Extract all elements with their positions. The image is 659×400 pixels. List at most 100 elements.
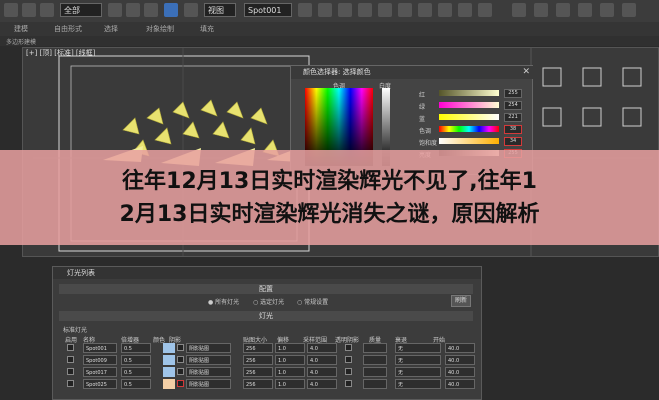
multiplier-field[interactable]: 0.5 <box>121 343 151 353</box>
curve-editor-icon[interactable] <box>418 3 432 17</box>
polygon-modeling-label[interactable]: 多边形建模 <box>6 37 36 46</box>
light-name-field[interactable]: Spot017 <box>83 367 117 377</box>
bias-field[interactable]: 1.0 <box>275 355 305 365</box>
material-editor-icon[interactable] <box>458 3 472 17</box>
sample-range-field[interactable]: 4.0 <box>307 367 337 377</box>
radio-all-lights[interactable]: ● 所有灯光 <box>208 297 239 306</box>
light-panel-titlebar[interactable]: 灯光列表 <box>53 267 481 279</box>
render-icon[interactable] <box>534 3 548 17</box>
start-field[interactable]: 40.0 <box>445 343 475 353</box>
scale-icon[interactable] <box>184 3 198 17</box>
transparent-shadow-checkbox[interactable] <box>345 380 352 387</box>
angle-snap-icon[interactable] <box>358 3 372 17</box>
enable-checkbox[interactable] <box>67 344 74 351</box>
enable-checkbox[interactable] <box>67 380 74 387</box>
sample-range-field[interactable]: 4.0 <box>307 343 337 353</box>
viewport-label[interactable]: [+] [顶] [标准] [线框] <box>26 48 95 58</box>
tab-object-paint[interactable]: 对象绘制 <box>146 24 174 34</box>
render-setup-icon[interactable] <box>478 3 492 17</box>
blue-slider[interactable] <box>439 114 499 120</box>
color-swatch[interactable] <box>163 379 175 389</box>
tab-freeform[interactable]: 自由形式 <box>54 24 82 34</box>
select-region-icon[interactable] <box>126 3 140 17</box>
color-swatch[interactable] <box>163 343 175 353</box>
shadow-type-combo[interactable]: 阴影贴图 <box>186 379 231 389</box>
select-icon[interactable] <box>108 3 122 17</box>
snap-icon[interactable] <box>338 3 352 17</box>
tab-modeling[interactable]: 建模 <box>14 24 28 34</box>
light-name-field[interactable]: Spot025 <box>83 379 117 389</box>
green-value[interactable]: 254 <box>504 101 522 110</box>
render-frame-icon[interactable] <box>512 3 526 17</box>
redo-icon[interactable] <box>22 3 36 17</box>
map-size-field[interactable]: 256 <box>243 343 273 353</box>
shadow-type-combo[interactable]: 阴影贴图 <box>186 343 231 353</box>
color-dialog-titlebar[interactable]: 颜色选择器: 选择颜色 ✕ <box>291 66 534 79</box>
quality-field[interactable] <box>363 367 387 377</box>
named-selection-combo[interactable]: Spot001 <box>244 3 292 17</box>
refresh-button[interactable]: 刷新 <box>451 295 471 307</box>
tab-populate[interactable]: 填充 <box>200 24 214 34</box>
red-slider[interactable] <box>439 90 499 96</box>
decay-combo[interactable]: 无 <box>395 355 441 365</box>
mirror-icon[interactable] <box>298 3 312 17</box>
tab-selection[interactable]: 选择 <box>104 24 118 34</box>
green-slider[interactable] <box>439 102 499 108</box>
bias-field[interactable]: 1.0 <box>275 379 305 389</box>
shadow-type-combo[interactable]: 阴影贴图 <box>186 367 231 377</box>
sample-range-field[interactable]: 4.0 <box>307 355 337 365</box>
close-icon[interactable]: ✕ <box>522 66 530 79</box>
enable-checkbox[interactable] <box>67 368 74 375</box>
layer-icon[interactable] <box>398 3 412 17</box>
multiplier-field[interactable]: 0.5 <box>121 367 151 377</box>
decay-combo[interactable]: 无 <box>395 343 441 353</box>
map-size-field[interactable]: 256 <box>243 379 273 389</box>
teapot-icon[interactable] <box>622 3 636 17</box>
filter-combo[interactable]: 全部 <box>60 3 102 17</box>
move-icon[interactable] <box>144 3 158 17</box>
decay-combo[interactable]: 无 <box>395 379 441 389</box>
quality-field[interactable] <box>363 343 387 353</box>
map-size-field[interactable]: 256 <box>243 367 273 377</box>
start-field[interactable]: 40.0 <box>445 367 475 377</box>
percent-snap-icon[interactable] <box>378 3 392 17</box>
multiplier-field[interactable]: 0.5 <box>121 355 151 365</box>
saturation-value[interactable]: 34 <box>504 137 522 146</box>
hue-value[interactable]: 38 <box>504 125 522 134</box>
bias-field[interactable]: 1.0 <box>275 343 305 353</box>
lights-section-header[interactable]: 灯光 <box>59 311 473 321</box>
link-icon[interactable] <box>40 3 54 17</box>
shadow-checkbox[interactable] <box>177 380 184 387</box>
shadow-checkbox[interactable] <box>177 344 184 351</box>
transparent-shadow-checkbox[interactable] <box>345 368 352 375</box>
quality-field[interactable] <box>363 355 387 365</box>
light-name-field[interactable]: Spot009 <box>83 355 117 365</box>
quality-field[interactable] <box>363 379 387 389</box>
config-section-header[interactable]: 配置 <box>59 284 473 294</box>
map-size-field[interactable]: 256 <box>243 355 273 365</box>
hue-slider[interactable] <box>439 126 499 132</box>
blue-value[interactable]: 221 <box>504 113 522 122</box>
sample-range-field[interactable]: 4.0 <box>307 379 337 389</box>
bias-field[interactable]: 1.0 <box>275 367 305 377</box>
saturation-slider[interactable] <box>439 138 499 144</box>
light-name-field[interactable]: Spot001 <box>83 343 117 353</box>
radio-selected-lights[interactable]: ○ 选定灯光 <box>253 297 284 306</box>
transparent-shadow-checkbox[interactable] <box>345 356 352 363</box>
enable-checkbox[interactable] <box>67 356 74 363</box>
multiplier-field[interactable]: 0.5 <box>121 379 151 389</box>
shadow-checkbox[interactable] <box>177 368 184 375</box>
shadow-type-combo[interactable]: 阴影贴图 <box>186 355 231 365</box>
undo-icon[interactable] <box>4 3 18 17</box>
start-field[interactable]: 40.0 <box>445 379 475 389</box>
color-swatch[interactable] <box>163 367 175 377</box>
radio-general-settings[interactable]: ○ 常规设置 <box>297 297 328 306</box>
decay-combo[interactable]: 无 <box>395 367 441 377</box>
schematic-icon[interactable] <box>438 3 452 17</box>
red-value[interactable]: 255 <box>504 89 522 98</box>
start-field[interactable]: 40.0 <box>445 355 475 365</box>
rotate-icon[interactable] <box>164 3 178 17</box>
shadow-checkbox[interactable] <box>177 356 184 363</box>
color-swatch[interactable] <box>163 355 175 365</box>
align-icon[interactable] <box>318 3 332 17</box>
